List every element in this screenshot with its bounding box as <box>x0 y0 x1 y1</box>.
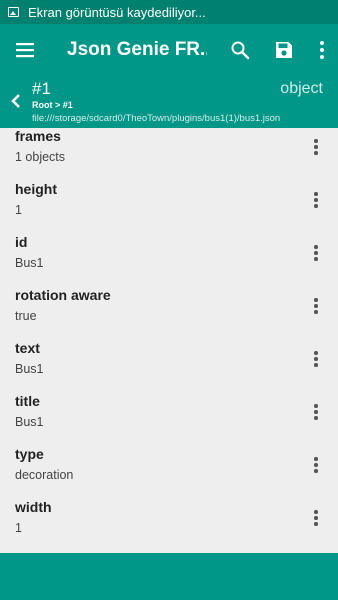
list-item[interactable]: id Bus1 <box>0 234 338 287</box>
item-key: id <box>15 234 28 250</box>
item-key: height <box>15 181 57 197</box>
list-item[interactable]: width 1 <box>0 499 338 552</box>
menu-button[interactable] <box>0 24 50 76</box>
item-more-button[interactable] <box>306 240 326 266</box>
item-value: Bus1 <box>15 362 44 376</box>
list-item[interactable]: type decoration <box>0 446 338 499</box>
node-type: object <box>280 80 323 97</box>
item-more-button[interactable] <box>306 134 326 160</box>
item-more-button[interactable] <box>306 452 326 478</box>
more-vert-icon <box>314 510 318 526</box>
node-name: #1 <box>32 79 51 98</box>
item-key: width <box>15 499 52 515</box>
app-title: Json Genie FR... <box>67 39 207 60</box>
list-item[interactable]: frames 1 objects <box>0 128 338 181</box>
list-item[interactable]: title Bus1 <box>0 393 338 446</box>
status-text: Ekran görüntüsü kaydediliyor... <box>28 4 206 20</box>
item-more-button[interactable] <box>306 346 326 372</box>
more-options-button[interactable] <box>306 24 338 76</box>
item-value: true <box>15 309 37 323</box>
list-item[interactable]: text Bus1 <box>0 340 338 393</box>
search-button[interactable] <box>218 24 262 76</box>
item-key: text <box>15 340 40 356</box>
item-value: 1 objects <box>15 150 66 164</box>
item-more-button[interactable] <box>306 505 326 531</box>
item-value: 1 <box>15 203 22 217</box>
property-list: frames 1 objects height 1 id Bus1 rotati… <box>0 128 338 553</box>
status-bar: Ekran görüntüsü kaydediliyor... <box>0 0 338 24</box>
item-value: Bus1 <box>15 256 44 270</box>
save-button[interactable] <box>262 24 306 76</box>
bottom-bar <box>0 553 338 600</box>
item-value: Bus1 <box>15 415 44 429</box>
breadcrumb: Root > #1 <box>32 100 73 110</box>
item-value: 1 <box>15 521 22 535</box>
item-key: frames <box>15 128 61 144</box>
file-path: file:///storage/sdcard0/TheoTown/plugins… <box>32 113 281 124</box>
more-vert-icon <box>314 457 318 473</box>
item-more-button[interactable] <box>306 399 326 425</box>
item-value: decoration <box>15 468 74 482</box>
more-vert-icon <box>314 192 318 208</box>
more-vert-icon <box>320 41 324 59</box>
more-vert-icon <box>314 245 318 261</box>
back-button[interactable] <box>4 88 28 114</box>
more-vert-icon <box>314 404 318 420</box>
image-icon <box>8 7 19 17</box>
item-more-button[interactable] <box>306 187 326 213</box>
app-bar: Json Genie FR... <box>0 24 338 76</box>
more-vert-icon <box>314 298 318 314</box>
list-item[interactable]: rotation aware true <box>0 287 338 340</box>
more-vert-icon <box>314 139 318 155</box>
chevron-left-icon <box>11 94 20 108</box>
list-item[interactable]: height 1 <box>0 181 338 234</box>
search-icon <box>231 41 250 60</box>
save-icon <box>276 42 292 58</box>
more-vert-icon <box>314 351 318 367</box>
item-key: title <box>15 393 40 409</box>
hamburger-menu-icon <box>16 43 34 58</box>
node-header: #1 object Root > #1 file:///storage/sdca… <box>0 76 338 128</box>
item-key: type <box>15 446 44 462</box>
item-key: rotation aware <box>15 287 111 303</box>
item-more-button[interactable] <box>306 293 326 319</box>
